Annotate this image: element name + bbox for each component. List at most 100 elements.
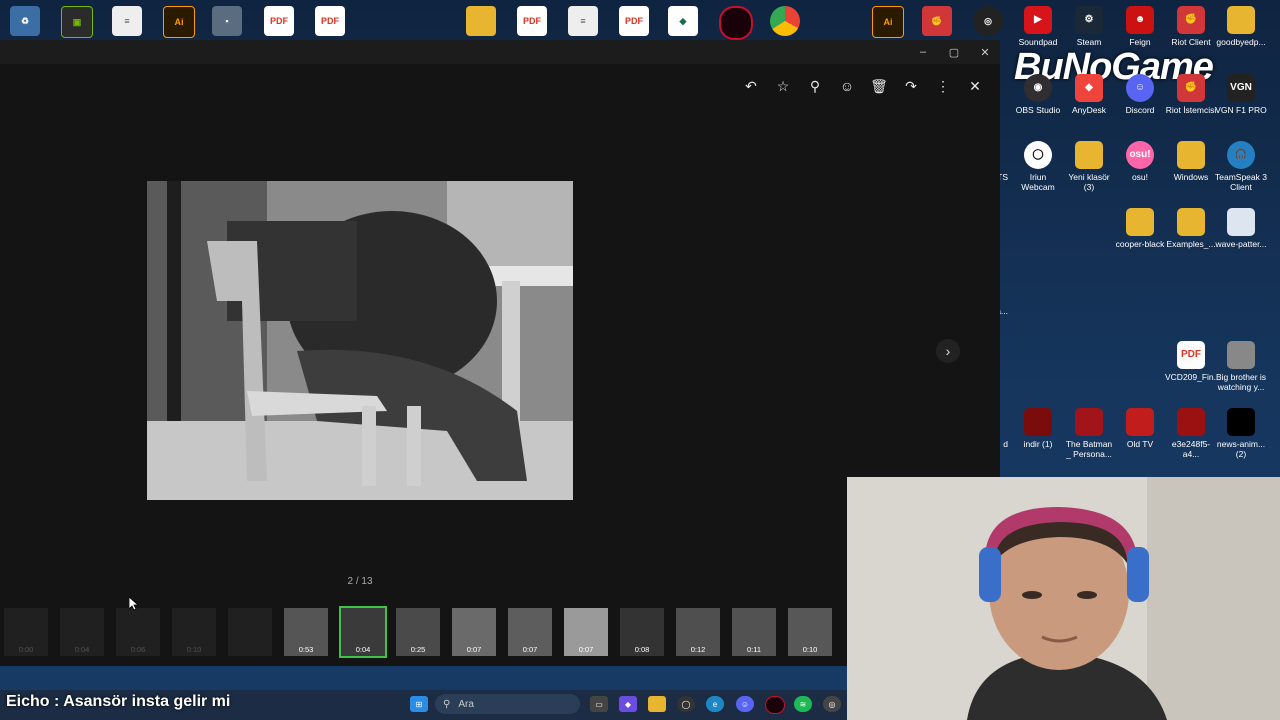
thumbnail[interactable]: 0:07	[452, 608, 496, 656]
icon-label: Windows	[1173, 172, 1209, 182]
desktop-icon-wave-pattern[interactable]: wave-patter...	[1215, 208, 1267, 249]
desktop-icon-vcd209[interactable]: PDF VCD209_Fin...	[1165, 341, 1221, 382]
desktop-icon-examples[interactable]: Examples_...	[1165, 208, 1217, 249]
icon-label: osu!	[1131, 172, 1149, 182]
desktop-icon-e3e248f5[interactable]: e3e248f5-a4...	[1165, 408, 1217, 459]
riot-client-icon[interactable]: ✊	[922, 6, 952, 36]
desktop-icon-teamspeak[interactable]: 🎧 TeamSpeak 3 Client	[1215, 141, 1267, 192]
icon-label: Old TV	[1126, 439, 1154, 449]
desktop-icon-yeni-klasor[interactable]: Yeni klasör (3)	[1063, 141, 1115, 192]
desktop-icon-obs[interactable]: ◉ OBS Studio	[1012, 74, 1064, 115]
text-file-icon[interactable]: ≡	[112, 6, 142, 36]
icon-label: The Batman _ Persona...	[1065, 439, 1113, 459]
forward-icon[interactable]: ↷	[897, 76, 925, 96]
photo-preview	[147, 181, 573, 500]
opera-gx-taskbar-icon[interactable]	[765, 696, 785, 714]
pdf-file-icon[interactable]: PDF	[619, 6, 649, 36]
desktop-icon-vgn[interactable]: VGN VGN F1 PRO	[1215, 74, 1267, 115]
icon-label: cooper-black	[1115, 239, 1165, 249]
file-explorer-icon[interactable]	[648, 696, 666, 712]
icon-label: Discord	[1125, 105, 1155, 115]
recycle-bin-icon[interactable]: ♻	[10, 6, 40, 36]
thumbnail[interactable]: 0:04	[60, 608, 104, 656]
desktop-icon-windows-folder[interactable]: Windows	[1165, 141, 1217, 182]
taskbar-search[interactable]: ⚲ Ara	[435, 694, 580, 714]
desktop-icon-osu[interactable]: osu! osu!	[1114, 141, 1166, 182]
thumbnail[interactable]: 0:25	[396, 608, 440, 656]
illustrator-icon[interactable]: Ai	[872, 6, 904, 38]
thumbnail-selected[interactable]: 0:04	[339, 606, 387, 658]
thumbnail[interactable]: 0:10	[172, 608, 216, 656]
thumbnail[interactable]: 0:08	[620, 608, 664, 656]
app-taskbar-icon[interactable]: ◎	[823, 696, 841, 712]
image-counter: 2 / 13	[347, 576, 373, 587]
discord-taskbar-icon[interactable]: ☺	[736, 696, 754, 712]
thumbnail[interactable]	[228, 608, 272, 656]
opera-gx-icon[interactable]	[719, 6, 753, 40]
spotify-icon[interactable]: ≋	[794, 696, 812, 712]
thumbnail[interactable]: 0:10	[788, 608, 832, 656]
desktop-icon-old-tv[interactable]: Old TV	[1114, 408, 1166, 449]
desktop-icon-feign[interactable]: ☻ Feign	[1114, 6, 1166, 47]
illustrator-icon[interactable]: Ai	[163, 6, 195, 38]
thumbnail[interactable]: 0:00	[4, 608, 48, 656]
maximize-button[interactable]: ▢	[939, 42, 969, 62]
thumbnail[interactable]: 0:12	[676, 608, 720, 656]
nvidia-icon[interactable]: ▣	[61, 6, 93, 38]
delete-icon[interactable]: 🗑	[865, 76, 893, 96]
edge-icon[interactable]: e	[706, 696, 724, 712]
desktop-icon-discord[interactable]: ☺ Discord	[1114, 74, 1166, 115]
desktop-icon-soundpad[interactable]: ▶ Soundpad	[1012, 6, 1064, 47]
minimize-button[interactable]: –	[908, 42, 938, 62]
desktop-icon-batman[interactable]: The Batman _ Persona...	[1063, 408, 1115, 459]
mouse-cursor-icon	[129, 597, 139, 611]
desktop-icon-riot-client[interactable]: ✊ Riot Client	[1165, 6, 1217, 47]
ubisoft-icon[interactable]: ◎	[973, 6, 1003, 36]
desktop-icon-riot-istemcisi[interactable]: ✊ Riot İstemcisi	[1165, 74, 1217, 115]
photo-file-icon[interactable]: ▪	[212, 6, 242, 36]
search-icon: ⚲	[443, 698, 451, 710]
photo-image	[147, 181, 573, 500]
desktop-icon-iriun[interactable]: ◯ Iriun Webcam	[1012, 141, 1064, 192]
icon-label: VGN F1 PRO	[1215, 105, 1267, 115]
pdf-file-icon[interactable]: PDF	[315, 6, 345, 36]
windows-start-icon[interactable]: ⊞	[410, 696, 428, 712]
title-bar	[0, 40, 1000, 64]
icon-label: Big brother is watching y...	[1215, 372, 1267, 392]
close-icon[interactable]: ✕	[961, 76, 989, 96]
task-view-icon[interactable]: ▭	[590, 696, 608, 712]
pin-icon[interactable]: ⚲	[801, 76, 829, 96]
reply-icon[interactable]: ↶	[737, 76, 765, 96]
window-close-button[interactable]: ✕	[970, 42, 1000, 62]
desktop-icon-anydesk[interactable]: ◆ AnyDesk	[1063, 74, 1115, 115]
more-options-icon[interactable]: ⋮	[929, 76, 957, 96]
icon-label: OBS Studio	[1015, 105, 1061, 115]
desktop-icon-cooper-black[interactable]: cooper-black	[1114, 208, 1166, 249]
desktop-icon-big-brother[interactable]: Big brother is watching y...	[1215, 341, 1267, 392]
icon-label: Riot İstemcisi	[1165, 105, 1217, 115]
desktop-icon-goodbyedpi[interactable]: goodbyedp...	[1215, 6, 1267, 47]
thumbnail[interactable]: 0:06	[116, 608, 160, 656]
thumbnail[interactable]: 0:07	[508, 608, 552, 656]
chrome-icon[interactable]	[770, 6, 800, 36]
icon-label: Iriun Webcam	[1021, 172, 1055, 192]
pdf-file-icon[interactable]: PDF	[517, 6, 547, 36]
desktop-icon-indir[interactable]: indir (1)	[1012, 408, 1064, 449]
pdf-file-icon[interactable]: PDF	[264, 6, 294, 36]
text-file-icon[interactable]: ≡	[568, 6, 598, 36]
icon-label: e3e248f5-a4...	[1171, 439, 1211, 459]
copilot-icon[interactable]: ◆	[619, 696, 637, 712]
desktop-icon-news-anim[interactable]: news-anim... (2)	[1215, 408, 1267, 459]
icon-label: goodbyedp...	[1216, 37, 1266, 47]
emoji-icon[interactable]: ☺	[833, 76, 861, 96]
game-app-icon[interactable]: ◆	[668, 6, 698, 36]
thumbnail[interactable]: 0:53	[284, 608, 328, 656]
dell-icon[interactable]: ◯	[677, 696, 695, 712]
star-icon[interactable]: ☆	[769, 76, 797, 96]
webcam-feed	[847, 477, 1280, 720]
thumbnail[interactable]: 0:07	[564, 608, 608, 656]
desktop-icon-steam[interactable]: ⚙ Steam	[1063, 6, 1115, 47]
thumbnail[interactable]: 0:11	[732, 608, 776, 656]
next-image-button[interactable]: ›	[936, 339, 960, 363]
folder-icon[interactable]	[466, 6, 496, 36]
